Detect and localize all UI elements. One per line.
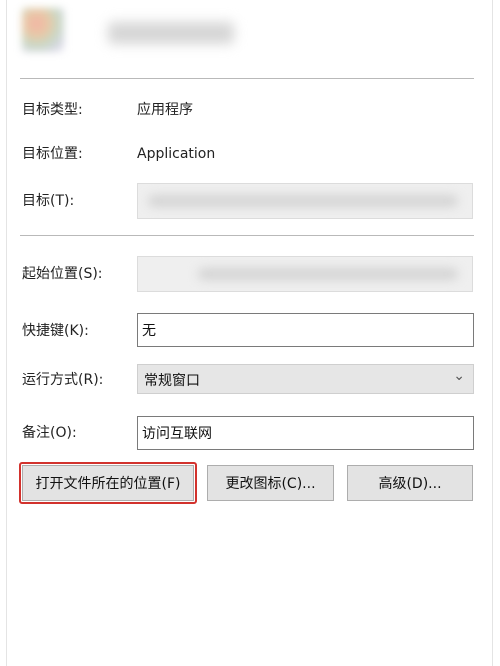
target-type-label: 目标类型: [22,102,83,118]
run-mode-value: 常规窗口 [144,373,200,389]
comment-input[interactable]: 访问互联网 [137,416,474,450]
target-field[interactable] [137,183,473,219]
target-type-value: 应用程序 [137,102,193,118]
app-icon [22,8,64,52]
comment-label: 备注(O): [22,425,77,441]
target-location-value: Application [137,146,216,162]
target-location-label: 目标位置: [22,146,83,162]
separator [20,78,474,79]
left-border [6,0,7,666]
shortcut-key-input[interactable]: 无 [137,313,474,347]
header [0,0,500,78]
run-mode-select[interactable]: 常规窗口 ⌄ [137,364,474,394]
start-in-field-blur [198,268,458,280]
right-border [492,0,493,666]
shortcut-name-field[interactable] [108,22,234,44]
run-label: 运行方式(R): [22,372,104,388]
target-label: 目标(T): [22,193,75,209]
open-file-location-button[interactable]: 打开文件所在的位置(F) [22,465,194,501]
target-field-blur [148,195,458,207]
shortcut-key-label: 快捷键(K): [22,323,89,339]
change-icon-button[interactable]: 更改图标(C)... [207,465,334,501]
start-in-label: 起始位置(S): [22,266,103,282]
advanced-button[interactable]: 高级(D)... [347,465,473,501]
chevron-down-icon: ⌄ [453,368,465,384]
separator [20,235,474,236]
shortcut-properties-panel: 目标类型: 应用程序 目标位置: Application 目标(T): 起始位置… [0,0,500,666]
start-in-field[interactable] [137,256,473,292]
